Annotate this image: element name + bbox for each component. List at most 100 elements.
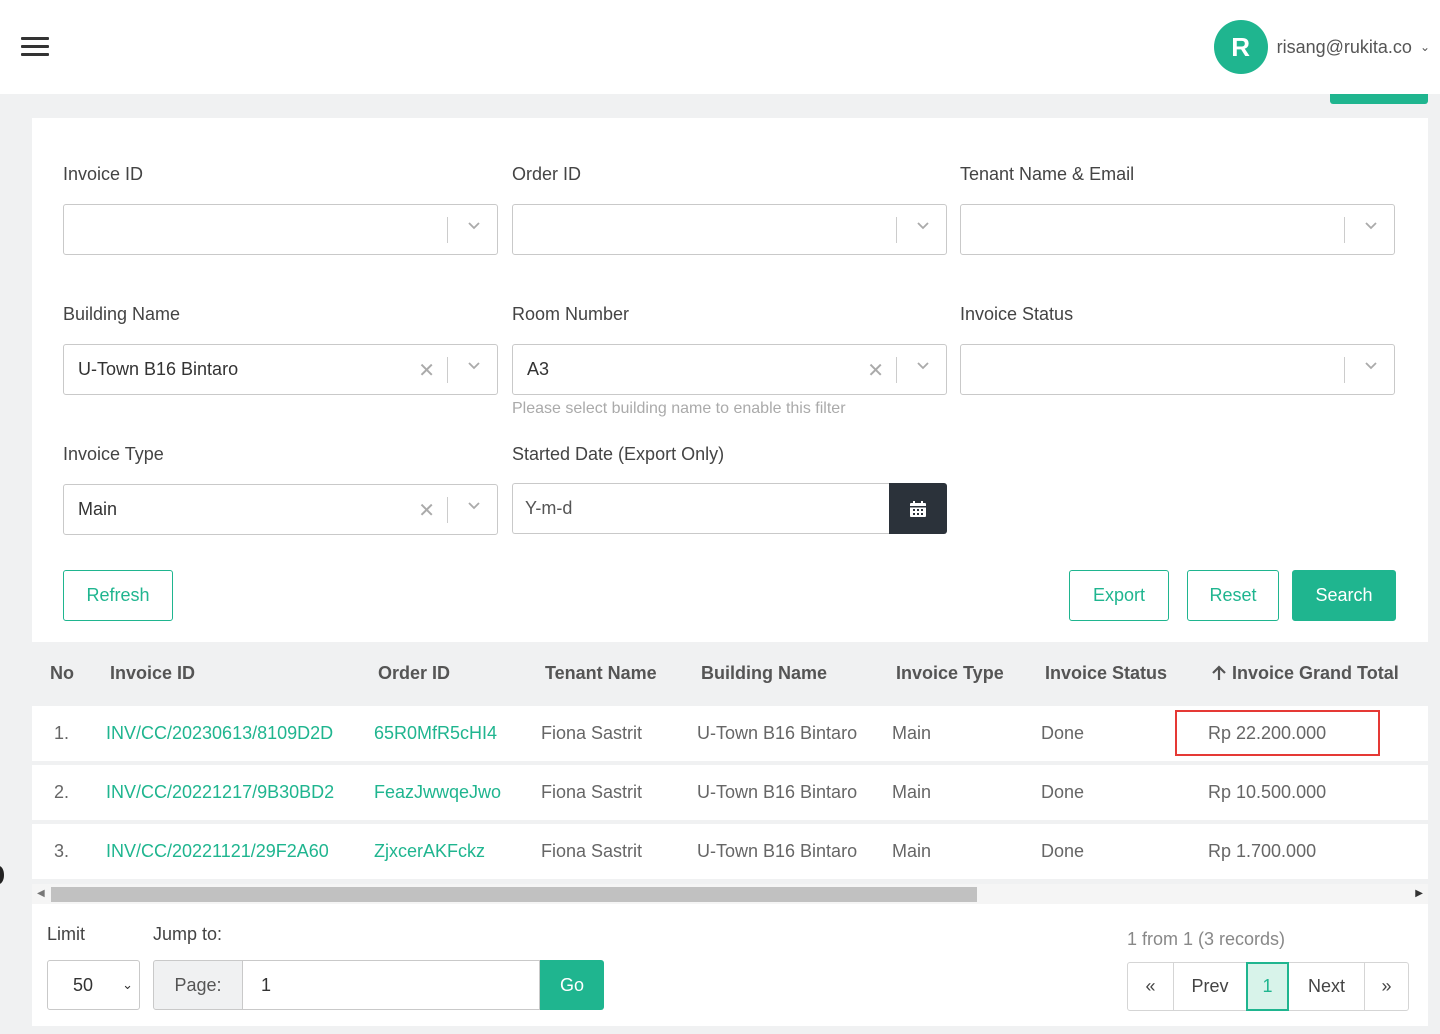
user-email[interactable]: risang@rukita.co — [1277, 37, 1412, 58]
row-no: 2. — [54, 782, 70, 802]
chevron-down-icon[interactable]: ⌄ — [1420, 40, 1430, 54]
type-value: Main — [78, 499, 118, 519]
room-select[interactable]: A3 ✕ — [512, 344, 947, 395]
clear-icon[interactable]: ✕ — [418, 358, 435, 383]
invoice-id-link[interactable]: INV/CC/20221121/29F2A60 — [106, 841, 329, 862]
top-bar: R risang@rukita.co ⌄ — [0, 0, 1440, 94]
invoice-id-link[interactable]: INV/CC/20230613/8109D2D — [106, 723, 333, 744]
col-type[interactable]: Invoice Type — [896, 663, 1004, 684]
order-id-link[interactable]: FeazJwwqeJwo — [374, 782, 501, 803]
order-id-link[interactable]: 65R0MfR5cHI4 — [374, 723, 497, 744]
status-label: Invoice Status — [960, 304, 1074, 324]
menu-icon[interactable] — [21, 37, 49, 57]
next-button[interactable]: Next — [1288, 962, 1365, 1011]
arrow-up-icon — [1212, 665, 1226, 680]
col-status[interactable]: Invoice Status — [1045, 663, 1167, 684]
invoice-id-select[interactable] — [63, 204, 498, 255]
row-no: 1. — [54, 723, 70, 743]
avatar[interactable]: R — [1213, 20, 1268, 74]
col-building[interactable]: Building Name — [701, 663, 827, 684]
chevron-down-icon: ⌄ — [122, 977, 133, 992]
tenant-cell: Fiona Sastrit — [541, 782, 643, 802]
jump-label: Jump to: — [153, 924, 223, 944]
room-hint: Please select building name to enable th… — [512, 400, 846, 417]
highlight-annotation — [1175, 710, 1380, 756]
building-select[interactable]: U-Town B16 Bintaro ✕ — [63, 344, 498, 395]
horizontal-scrollbar[interactable]: ◀ ▶ — [32, 884, 1428, 904]
building-cell: U-Town B16 Bintaro — [697, 782, 858, 802]
scroll-right-icon[interactable]: ▶ — [1415, 888, 1423, 899]
type-cell: Main — [892, 723, 932, 743]
chevron-down-icon[interactable] — [467, 359, 481, 373]
limit-select[interactable]: 50 ⌄ — [47, 960, 140, 1010]
table-row: 3. INV/CC/20221121/29F2A60 ZjxcerAKFckz … — [32, 824, 1428, 881]
reset-button[interactable]: Reset — [1187, 570, 1279, 621]
order-id-label: Order ID — [512, 164, 582, 184]
room-label: Room Number — [512, 304, 630, 324]
prev-button[interactable]: Prev — [1173, 962, 1247, 1011]
table-header: No Invoice ID Order ID Tenant Name Build… — [0, 642, 1440, 706]
col-no[interactable]: No — [50, 663, 74, 684]
calendar-button[interactable] — [889, 483, 947, 534]
user-menu[interactable]: R risang@rukita.co ⌄ — [1213, 20, 1430, 74]
invoice-id-link[interactable]: INV/CC/20221217/9B30BD2 — [106, 782, 334, 803]
chevron-down-icon[interactable] — [467, 499, 481, 513]
row-no: 3. — [54, 841, 70, 861]
type-cell: Main — [892, 782, 932, 802]
tenant-select[interactable] — [960, 204, 1395, 255]
chevron-down-icon[interactable] — [467, 219, 481, 233]
type-cell: Main — [892, 841, 932, 861]
building-cell: U-Town B16 Bintaro — [697, 841, 858, 861]
search-button[interactable]: Search — [1292, 570, 1396, 621]
first-page-button[interactable]: « — [1127, 962, 1174, 1011]
pagination: « Prev 1 Next » — [1127, 962, 1409, 1011]
col-order-id[interactable]: Order ID — [378, 663, 450, 684]
chevron-down-icon[interactable] — [916, 219, 930, 233]
refresh-button[interactable]: Refresh — [63, 570, 173, 621]
date-label: Started Date (Export Only) — [512, 444, 725, 464]
col-invoice-id[interactable]: Invoice ID — [110, 663, 195, 684]
col-grand-total[interactable]: Invoice Grand Total — [1211, 663, 1399, 684]
clear-icon[interactable]: ✕ — [867, 358, 884, 383]
page-input[interactable]: 1 — [243, 960, 540, 1010]
page-1-button[interactable]: 1 — [1246, 962, 1289, 1011]
status-select[interactable] — [960, 344, 1395, 395]
calendar-icon — [910, 500, 926, 517]
status-cell: Done — [1041, 723, 1085, 743]
go-button[interactable]: Go — [540, 960, 604, 1010]
start-date-input[interactable]: Y-m-d — [512, 483, 890, 534]
tenant-cell: Fiona Sastrit — [541, 841, 643, 861]
status-cell: Done — [1041, 841, 1085, 861]
order-id-link[interactable]: ZjxcerAKFckz — [374, 841, 485, 862]
clear-icon[interactable]: ✕ — [418, 498, 435, 523]
limit-label: Limit — [47, 924, 86, 944]
edge-handle — [0, 866, 4, 884]
tenant-cell: Fiona Sastrit — [541, 723, 643, 743]
type-select[interactable]: Main ✕ — [63, 484, 498, 535]
order-id-select[interactable] — [512, 204, 947, 255]
building-value: U-Town B16 Bintaro — [78, 359, 239, 379]
page-label: Page: — [153, 960, 243, 1010]
type-label: Invoice Type — [63, 444, 164, 464]
total-cell: Rp 1.700.000 — [1208, 841, 1317, 861]
records-count: 1 from 1 (3 records) — [1127, 929, 1286, 949]
invoice-id-label: Invoice ID — [63, 164, 144, 184]
export-button[interactable]: Export — [1069, 570, 1169, 621]
add-button-edge[interactable] — [1330, 94, 1428, 104]
pagination-footer: Limit Jump to: 50 ⌄ Page: 1 Go 1 from 1 … — [32, 904, 1428, 1026]
scroll-left-icon[interactable]: ◀ — [37, 888, 45, 899]
filter-panel: Invoice ID Order ID Tenant Name & Email … — [32, 118, 1428, 642]
scrollbar-thumb[interactable] — [51, 887, 977, 902]
room-value: A3 — [527, 359, 550, 379]
table-row: 2. INV/CC/20221217/9B30BD2 FeazJwwqeJwo … — [32, 765, 1428, 822]
building-cell: U-Town B16 Bintaro — [697, 723, 858, 743]
tenant-label: Tenant Name & Email — [960, 164, 1135, 184]
chevron-down-icon[interactable] — [1364, 219, 1378, 233]
col-tenant[interactable]: Tenant Name — [545, 663, 657, 684]
jump-to-group: Page: 1 Go — [153, 960, 604, 1010]
status-cell: Done — [1041, 782, 1085, 802]
chevron-down-icon[interactable] — [1364, 359, 1378, 373]
last-page-button[interactable]: » — [1364, 962, 1409, 1011]
chevron-down-icon[interactable] — [916, 359, 930, 373]
building-label: Building Name — [63, 304, 181, 324]
